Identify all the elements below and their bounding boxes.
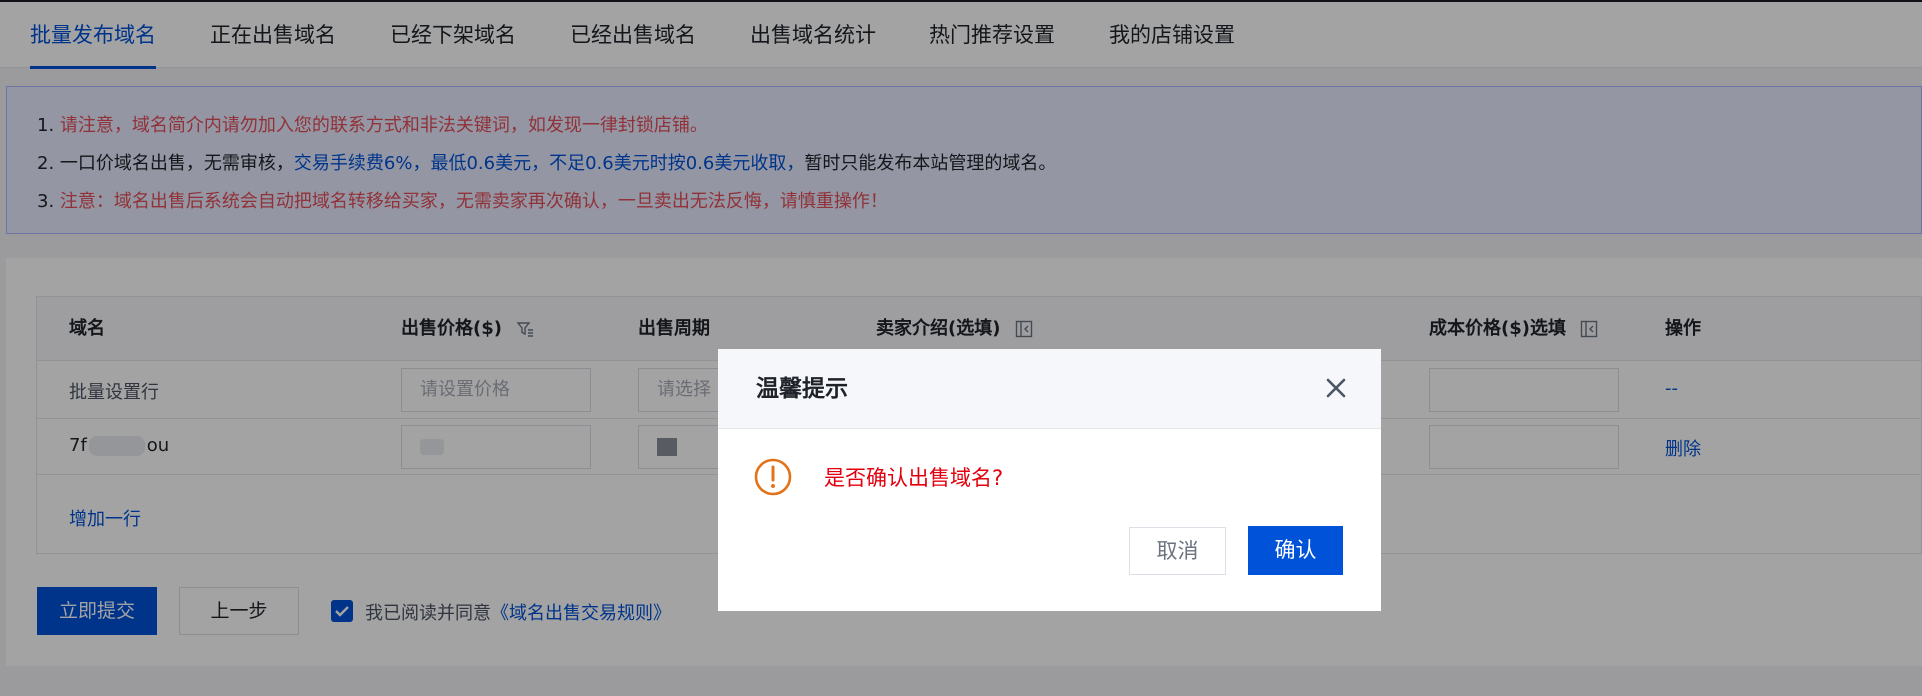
dialog-cancel-button[interactable]: 取消 xyxy=(1129,527,1226,575)
dialog-confirm-button[interactable]: 确认 xyxy=(1248,526,1343,575)
dialog-header: 温馨提示 xyxy=(718,349,1381,429)
warning-icon xyxy=(754,458,792,496)
dialog-title: 温馨提示 xyxy=(756,376,848,402)
confirm-dialog: 温馨提示 是否确认出售域名? 取消 确认 xyxy=(718,349,1381,611)
dialog-message: 是否确认出售域名? xyxy=(824,466,1004,490)
close-icon[interactable] xyxy=(1319,371,1353,405)
